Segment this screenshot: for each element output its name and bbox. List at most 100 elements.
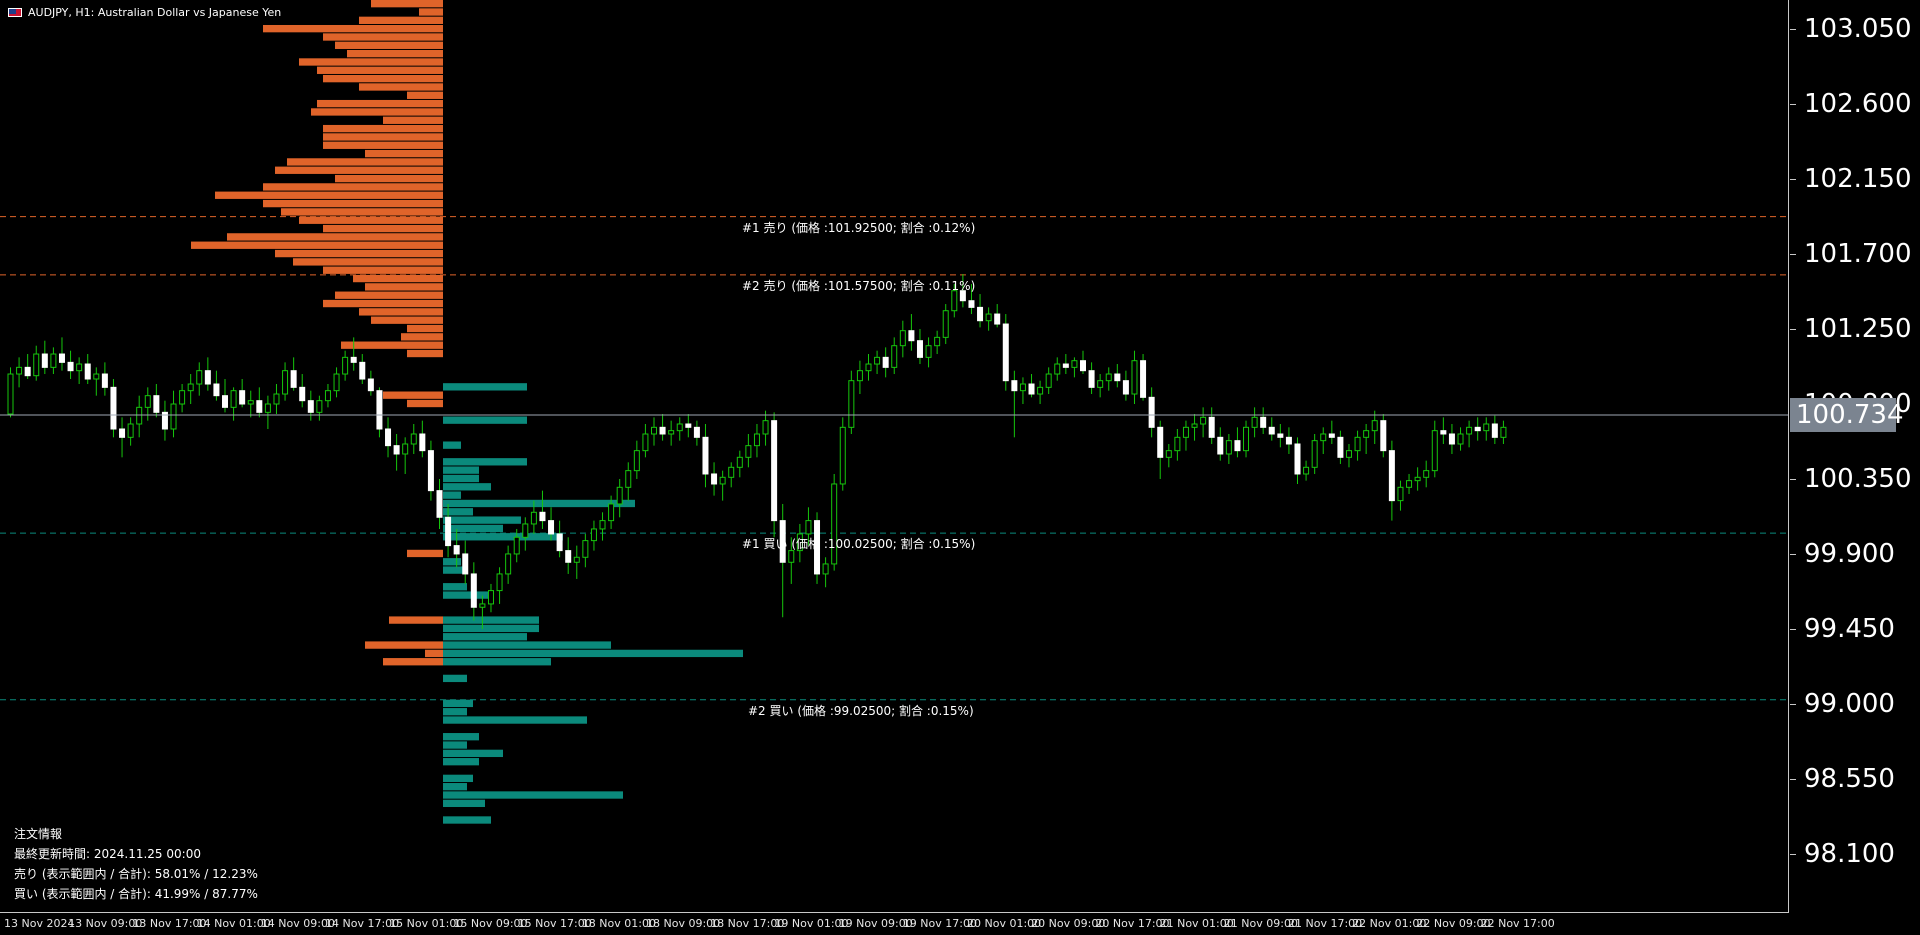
price-tick-label: 102.600 [1804,89,1912,120]
chart-title: AUDJPY, H1: Australian Dollar vs Japanes… [8,6,281,19]
candle-body [1071,360,1078,368]
price-tick-label: 101.700 [1804,239,1912,270]
candle-body [350,356,357,363]
candle-body [453,545,460,555]
candle-body [1182,426,1189,438]
candle-body [264,403,271,413]
candle-body [333,373,340,392]
candle-body [256,400,263,413]
sell-volume-bar [191,241,443,249]
price-tick [1790,179,1796,181]
buy-volume-bar [443,774,473,783]
candle-body [934,336,941,347]
candle-body [427,450,434,492]
candle-body [93,373,100,380]
candle-body [342,356,349,375]
candle-body [719,476,726,485]
candle-body [565,550,572,563]
time-tick-label: 14 Nov 09:00 [260,917,335,930]
price-tick-label: 100.350 [1804,463,1912,494]
buy-volume-bar [443,674,467,683]
time-tick-label: 22 Nov 17:00 [1480,917,1555,930]
chart-area[interactable]: AUDJPY, H1: Australian Dollar vs Japanes… [0,0,1789,913]
candle-body [1371,420,1378,432]
sell-volume-bar [227,233,443,241]
price-tick-label: 98.100 [1804,838,1895,869]
candle-body [1037,386,1044,395]
price-tick [1790,853,1796,855]
sell-volume-bar [317,66,443,74]
candle-body [805,520,812,535]
price-chart[interactable] [0,0,1789,913]
sell-volume-bar [383,391,443,399]
candle-body [222,395,228,408]
candle-body [110,386,117,430]
price-tick-label: 103.050 [1804,14,1912,45]
time-axis[interactable]: 13 Nov 2024 13 Nov 09:00 13 Nov 17:00 14 No… [0,913,1789,935]
candle-body [1311,440,1318,468]
candle-body [376,390,383,430]
sell-volume-bar [323,266,443,274]
candle-body [745,445,752,458]
candle-body [788,550,795,563]
candle-body [702,436,709,475]
order-line-label: #1 売り (価格 :101.92500; 割合 :0.12%) [742,220,976,235]
candle-body [1440,430,1447,435]
candle-body [548,520,555,535]
time-tick-label: 21 Nov 09:00 [1223,917,1298,930]
sell-volume-bar [389,616,443,624]
candle-body [908,330,915,342]
buy-volume-bar [443,699,473,708]
candle-body [1200,416,1207,425]
candle-body [170,403,177,430]
candle-body [1191,423,1198,428]
candle-body [119,428,126,438]
candle-body [487,590,494,605]
candle-body [651,426,657,435]
info-buy-summary: 買い (表示範囲内 / 合計): 41.99% / 87.77% [14,887,258,901]
candle-body [822,563,829,575]
price-tick-label: 99.000 [1804,688,1895,719]
candle-body [1406,480,1413,488]
sell-volume-bar [359,83,443,91]
buy-volume-bar [443,733,479,741]
sell-volume-bar [275,166,443,174]
sell-volume-bar [299,58,443,66]
candle-body [1328,433,1335,438]
price-tick [1790,104,1796,106]
sell-volume-bar [359,16,443,24]
buy-volume-bar [443,749,503,758]
candle-body [24,366,31,377]
sell-volume-bar [323,33,443,41]
sell-volume-bar [365,283,443,291]
time-tick-label: 18 Nov 09:00 [646,917,721,930]
candle-body [985,313,992,322]
buy-volume-bar [443,466,479,474]
candle-body [187,383,194,392]
candle-body [728,466,735,478]
candle-body [359,361,366,380]
candle-body [436,490,443,518]
candle-body [1140,360,1147,398]
candle-body [1225,440,1232,455]
candle-body [1294,443,1301,475]
candle-body [1062,363,1069,368]
buy-volume-bar [443,483,491,491]
candle-body [1165,450,1172,458]
candle-body [144,395,151,408]
candle-body [633,450,640,472]
buy-volume-bar [443,508,473,516]
candle-body [668,430,675,435]
buy-volume-bar [443,641,611,649]
buy-volume-bar [443,558,461,566]
candle-body [153,395,160,413]
buy-volume-bar [443,458,527,466]
time-tick-label: 15 Nov 09:00 [453,917,528,930]
candle-body [1114,373,1121,382]
order-info-panel: 注文情報 最終更新時間: 2024.11.25 00:00 売り (表示範囲内 … [14,824,258,904]
time-tick-label: 13 Nov 17:00 [132,917,207,930]
candle-body [282,370,289,395]
candle-body [1002,323,1009,382]
price-axis[interactable]: 103.050102.600102.150101.700101.250100.8… [1790,0,1920,935]
info-sell-summary: 売り (表示範囲内 / 合計): 58.01% / 12.23% [14,867,258,881]
